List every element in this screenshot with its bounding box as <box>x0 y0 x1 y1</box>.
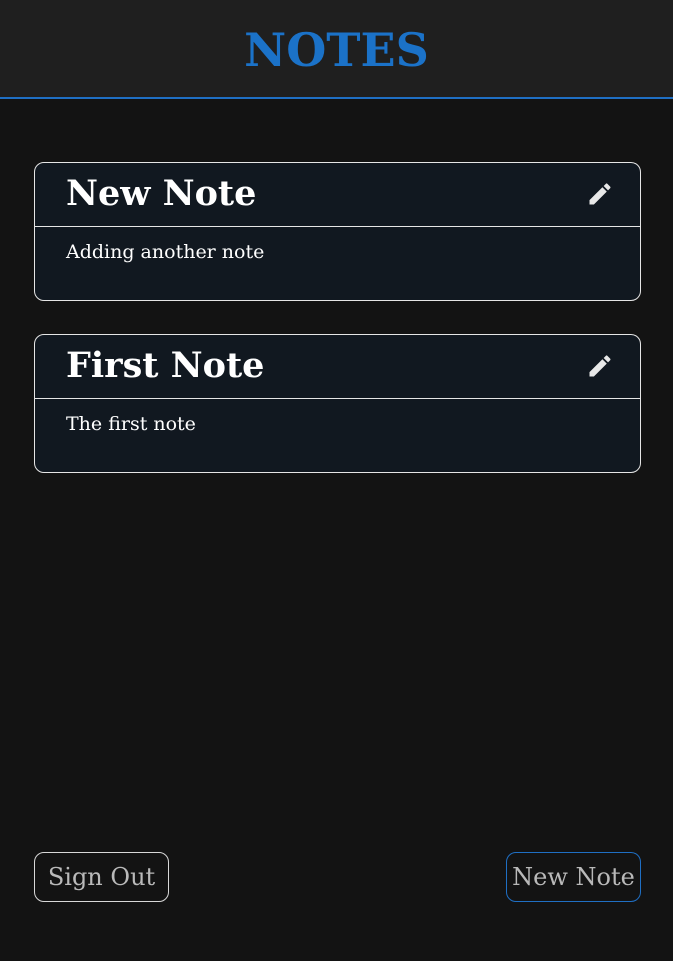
app-title: NOTES <box>244 22 429 77</box>
note-header: New Note <box>35 163 640 227</box>
sign-out-button[interactable]: Sign Out <box>34 852 169 902</box>
note-card: First Note The first note <box>34 334 641 473</box>
note-title: First Note <box>66 345 265 386</box>
note-title: New Note <box>66 173 257 214</box>
note-header: First Note <box>35 335 640 399</box>
pencil-icon[interactable] <box>586 352 614 380</box>
note-body: The first note <box>66 413 196 435</box>
notes-list: New Note Adding another note First Note … <box>34 162 641 506</box>
note-body: Adding another note <box>66 241 265 263</box>
app-header: NOTES <box>0 0 673 99</box>
pencil-icon[interactable] <box>586 180 614 208</box>
new-note-button[interactable]: New Note <box>506 852 641 902</box>
note-card: New Note Adding another note <box>34 162 641 301</box>
